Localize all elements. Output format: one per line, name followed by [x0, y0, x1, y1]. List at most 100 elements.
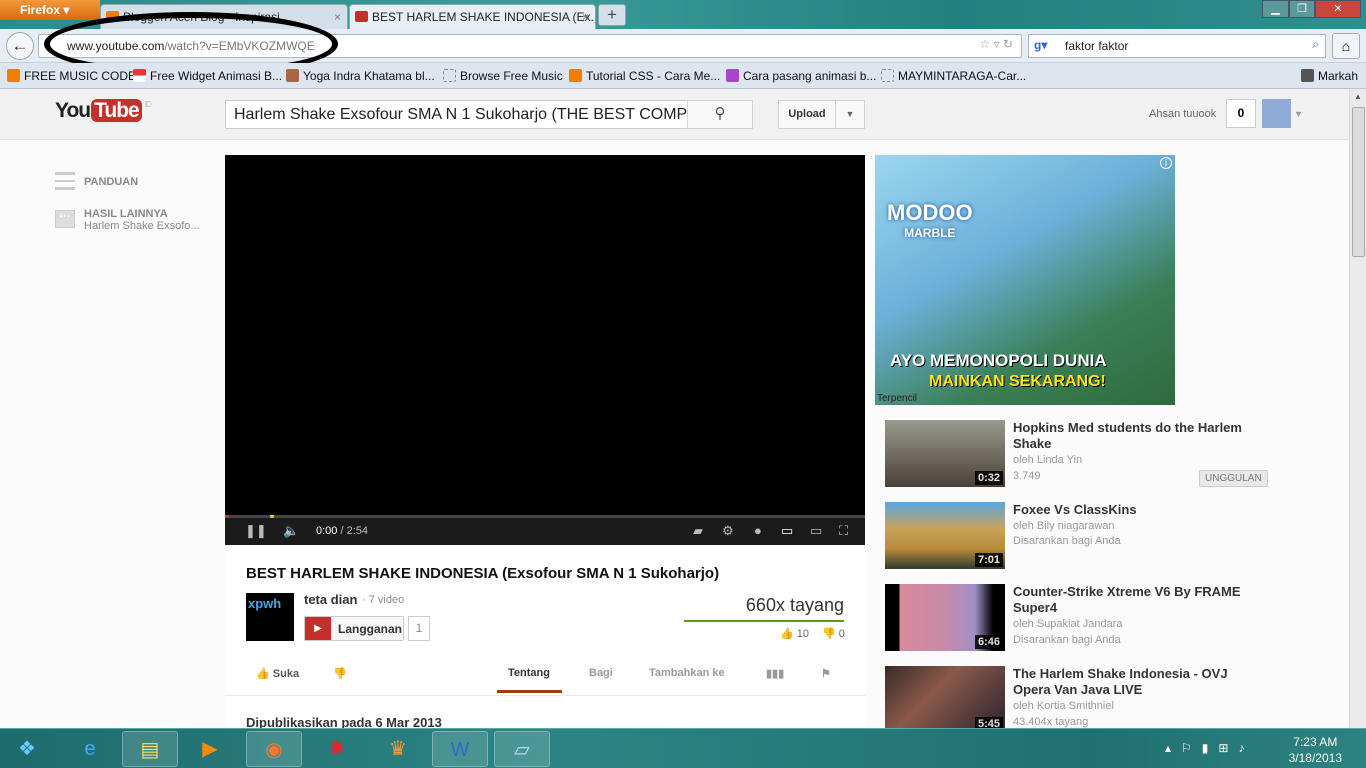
bookmark-label: Yoga Indra Khatama bl...: [303, 69, 435, 83]
related-video[interactable]: 6:46 Counter-Strike Xtreme V6 By FRAME Su…: [885, 584, 1275, 654]
word-icon[interactable]: W: [432, 731, 488, 767]
search-icon[interactable]: ⌕: [1312, 37, 1319, 52]
clock[interactable]: 7:23 AM 3/18/2013: [1289, 734, 1342, 766]
video-title: BEST HARLEM SHAKE INDONESIA (Exsofour SM…: [246, 565, 720, 582]
pause-button[interactable]: ❚❚: [245, 523, 267, 539]
clock-date: 3/18/2013: [1288, 751, 1342, 765]
ad-headline: AYO MEMONOPOLI DUNIA: [890, 351, 1107, 370]
notification-count[interactable]: 0: [1226, 99, 1256, 128]
video-player[interactable]: [225, 155, 865, 515]
large-player-icon[interactable]: ▭: [810, 523, 822, 539]
thumbs-down-icon: 👎: [822, 628, 836, 640]
scroll-up-icon[interactable]: ▲: [1354, 92, 1362, 101]
restore-button[interactable]: ❐: [1289, 0, 1315, 18]
bookmark-item[interactable]: Yoga Indra Khatama bl...: [286, 69, 435, 83]
related-video[interactable]: 7:01 Foxee Vs ClassKins oleh Bily niagaraw…: [885, 502, 1275, 572]
stats-icon[interactable]: ▮▮▮: [766, 667, 784, 680]
scrollbar-thumb[interactable]: [1352, 107, 1365, 257]
show-hidden-icons[interactable]: ▴: [1165, 741, 1181, 755]
app-red-icon[interactable]: ✺: [309, 731, 365, 767]
youtube-logo[interactable]: You Tube ID: [54, 99, 152, 123]
youtube-icon: [355, 11, 368, 22]
bookmark-star-icon[interactable]: ☆ ▿ ↻: [979, 37, 1013, 51]
close-tab-icon[interactable]: ×: [582, 10, 589, 24]
related-video[interactable]: 5:45 The Harlem Shake Indonesia - OVJ Ope…: [885, 666, 1275, 736]
notepad-icon[interactable]: ▱: [494, 731, 550, 767]
progress-bar[interactable]: [225, 515, 865, 518]
bookmark-item[interactable]: Tutorial CSS - Cara Me...: [569, 69, 720, 83]
bookmark-item[interactable]: Free Widget Animasi B...: [133, 69, 282, 83]
active-tab-indicator: [497, 690, 562, 693]
google-icon[interactable]: g▾: [1034, 38, 1047, 52]
bookmark-item[interactable]: MAYMINTARAGA-Car...: [881, 69, 1026, 83]
tab-about[interactable]: Tentang: [508, 667, 550, 679]
start-button[interactable]: ❖: [2, 731, 52, 767]
channel-name[interactable]: teta dian: [304, 592, 357, 607]
channel-video-count[interactable]: · 7 video: [362, 594, 404, 606]
network-icon[interactable]: ⊞: [1218, 741, 1238, 755]
bookmark-item[interactable]: FREE MUSIC CODE: [7, 69, 136, 83]
new-tab-button[interactable]: +: [598, 4, 626, 26]
watch-later-icon[interactable]: ●: [754, 523, 762, 538]
bookmark-item[interactable]: Browse Free Music: [443, 69, 563, 83]
close-tab-icon[interactable]: ×: [334, 10, 341, 24]
volume-icon[interactable]: ♪: [1238, 741, 1254, 755]
firefox-taskbar-icon[interactable]: ◉: [246, 731, 302, 767]
system-tray[interactable]: ▴⚐▮⊞♪: [1165, 741, 1254, 755]
firefox-menu-button[interactable]: Firefox ▾: [0, 0, 100, 20]
close-window-button[interactable]: ✕: [1315, 0, 1361, 18]
small-player-icon[interactable]: ▭: [781, 523, 793, 539]
related-channel: oleh Supakiat Jandara: [1013, 618, 1123, 630]
back-button[interactable]: ←: [6, 32, 34, 60]
related-channel: oleh Linda Yin: [1013, 454, 1083, 466]
video-thumbnail: 0:32: [885, 420, 1005, 487]
account-dropdown-icon[interactable]: ▼: [1294, 109, 1303, 119]
bookmarks-menu[interactable]: Markah: [1301, 69, 1358, 83]
bookmark-label: Browse Free Music: [460, 69, 563, 83]
ad-info-icon[interactable]: i: [1160, 157, 1172, 169]
tab-share[interactable]: Bagi: [589, 667, 613, 679]
home-button[interactable]: ⌂: [1332, 33, 1360, 59]
game-icon[interactable]: ♛: [370, 731, 426, 767]
settings-gear-icon[interactable]: ⚙: [722, 523, 734, 539]
bookmark-icon: [286, 69, 299, 82]
internet-explorer-icon[interactable]: e: [62, 731, 118, 767]
subscribe-button[interactable]: ▶ Langganan: [304, 616, 404, 641]
search-bar[interactable]: g▾ faktor faktor ⌕: [1028, 34, 1326, 58]
channel-logo[interactable]: xpwh: [246, 593, 294, 641]
tab-youtube[interactable]: BEST HARLEM SHAKE INDONESIA (Ex... ×: [349, 4, 596, 29]
ad-brand-sub: MARBLE: [904, 226, 956, 240]
flag-icon[interactable]: ⚑: [821, 667, 831, 680]
captions-icon[interactable]: ▰: [693, 523, 703, 539]
player-controls: ❚❚ 🔈 0:00 / 2:54 ▰ ⚙ ● ▭ ▭ ⛶: [225, 515, 865, 545]
bookmarks-icon: [1301, 69, 1314, 82]
related-views: 43.404x tayang: [1013, 716, 1089, 728]
advertisement-banner[interactable]: MODOO MARBLE AYO MEMONOPOLI DUNIA MAINKAN…: [875, 155, 1175, 405]
youtube-search-button[interactable]: ⚲: [687, 100, 753, 129]
related-title: The Harlem Shake Indonesia - OVJ Opera V…: [1013, 666, 1228, 697]
youtube-search-input[interactable]: Harlem Shake Exsofour SMA N 1 Sukoharjo …: [225, 100, 688, 129]
subscriber-count: 1: [408, 616, 430, 641]
dislike-button[interactable]: 👎: [333, 667, 347, 680]
media-player-icon[interactable]: ▶: [182, 731, 238, 767]
tab-add-to[interactable]: Tambahkan ke: [649, 667, 725, 679]
avatar[interactable]: [1262, 99, 1291, 128]
related-meta: Disarankan bagi Anda: [1013, 634, 1121, 646]
file-explorer-icon[interactable]: ▤: [122, 731, 178, 767]
dislike-count-text: 0: [838, 628, 845, 640]
fullscreen-icon[interactable]: ⛶: [839, 523, 848, 539]
volume-icon[interactable]: 🔈: [283, 523, 299, 539]
upload-button[interactable]: Upload: [778, 100, 836, 129]
related-title: Foxee Vs ClassKins: [1013, 502, 1137, 517]
minimize-button[interactable]: ▁: [1262, 0, 1289, 18]
username-link[interactable]: Ahsan tuuook: [1149, 108, 1216, 120]
windows-taskbar: ❖ e ▤ ▶ ◉ ✺ ♛ W ▱ ▴⚐▮⊞♪ 7:23 AM 3/18/2013: [0, 728, 1366, 768]
bookmarks-toolbar: FREE MUSIC CODE Free Widget Animasi B...…: [0, 63, 1366, 89]
logo-tube: Tube: [91, 99, 142, 122]
action-center-icon[interactable]: ⚐: [1181, 741, 1202, 755]
upload-dropdown-button[interactable]: ▼: [835, 100, 865, 129]
page-scrollbar[interactable]: ▲: [1349, 89, 1366, 728]
removable-device-icon[interactable]: ▮: [1202, 741, 1219, 755]
bookmark-item[interactable]: Cara pasang animasi b...: [726, 69, 876, 83]
like-button[interactable]: 👍 Suka: [256, 667, 299, 680]
